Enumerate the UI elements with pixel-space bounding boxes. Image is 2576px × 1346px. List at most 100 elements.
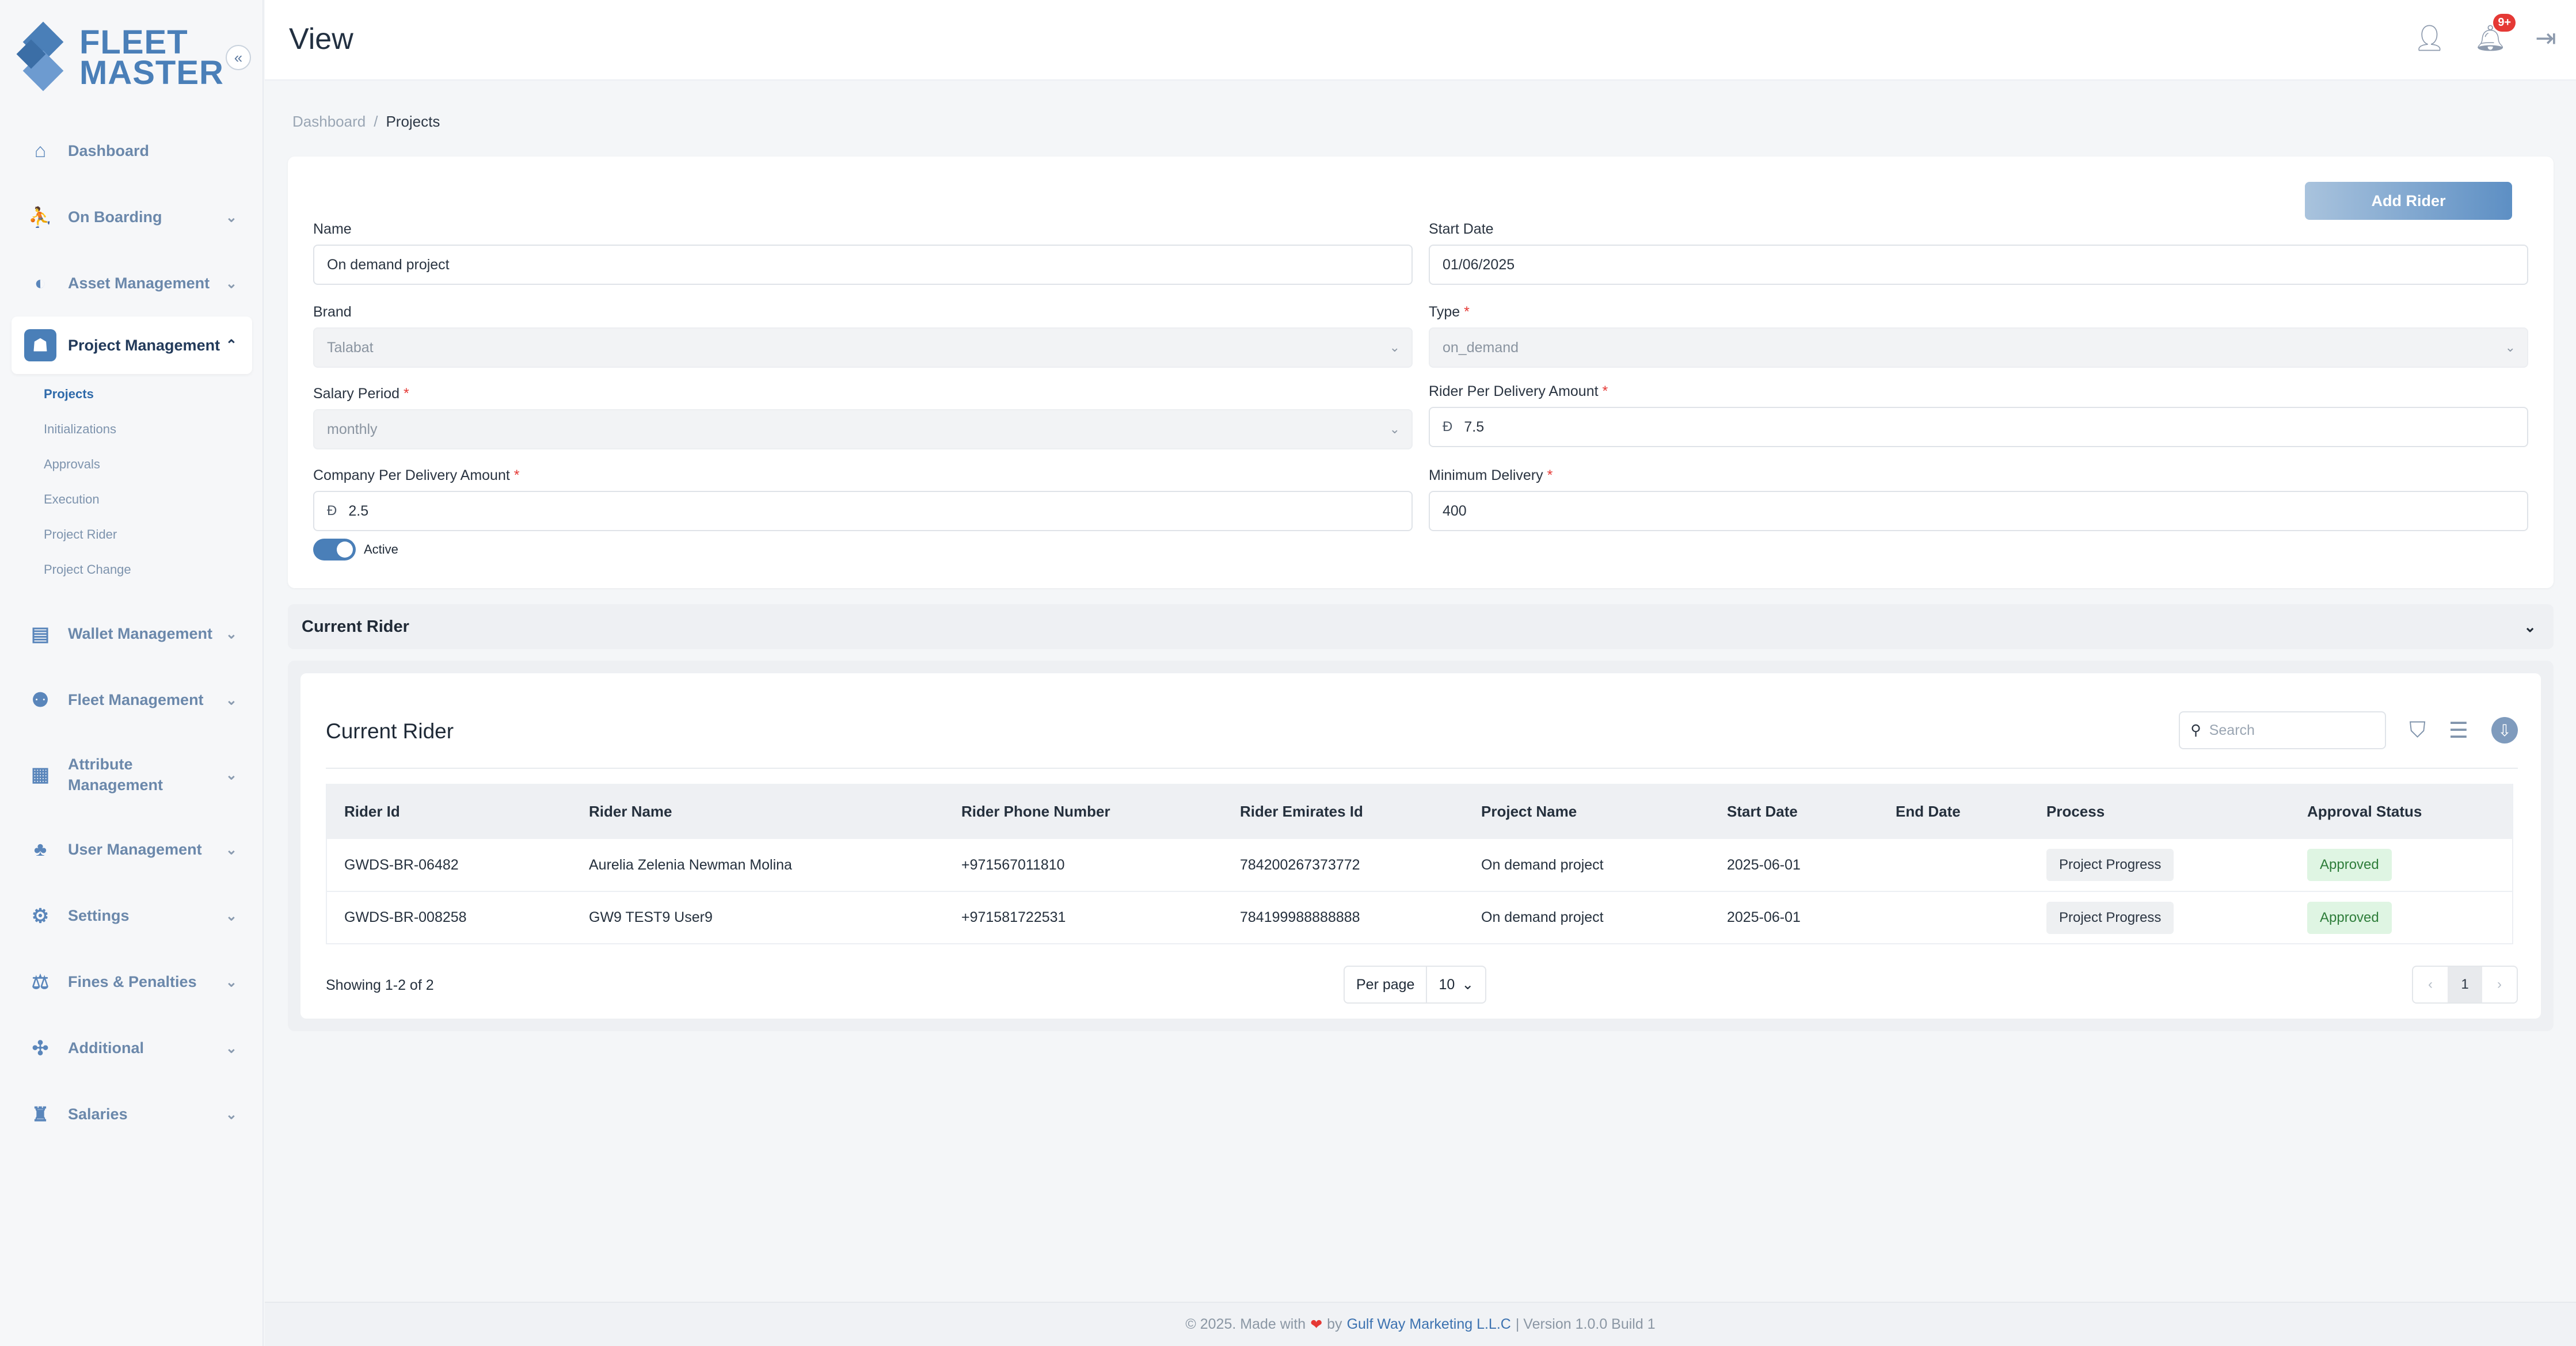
sidebar-subitem-project-change[interactable]: Project Change <box>0 552 264 587</box>
bell-icon[interactable]: 🔔︎ 9+ <box>2474 14 2516 53</box>
sidebar-subitem-approvals[interactable]: Approvals <box>0 447 264 482</box>
sidebar-item-on-boarding[interactable]: ⛹ On Boarding ⌄ <box>0 184 264 250</box>
company-per-delivery-field-group: Company Per Delivery Amount * Ð 2.5 <box>313 467 1413 531</box>
process-button[interactable]: Project Progress <box>2046 849 2174 881</box>
minimum-delivery-label-text: Minimum Delivery <box>1429 467 1543 483</box>
sidebar-subitem-projects[interactable]: Projects <box>0 376 264 411</box>
rider-per-delivery-input[interactable]: Ð 7.5 <box>1429 407 2528 447</box>
sidebar-item-fines-penalties[interactable]: ⚖ Fines & Penalties ⌄ <box>0 949 264 1015</box>
breadcrumb: Dashboard / Projects <box>292 113 440 131</box>
chevron-down-icon: ⌄ <box>225 908 237 924</box>
start-date-input[interactable]: 01/06/2025 <box>1429 245 2528 285</box>
heart-icon: ❤ <box>1310 1316 1323 1333</box>
name-input[interactable]: On demand project <box>313 245 1413 285</box>
currency-icon: Ð <box>327 503 337 518</box>
rider-per-delivery-value: 7.5 <box>1464 418 1485 435</box>
filter-icon[interactable]: ⛉ <box>2409 718 2426 743</box>
next-page-icon[interactable]: › <box>2482 967 2517 1002</box>
sidebar-item-settings[interactable]: ⚙ Settings ⌄ <box>0 883 264 949</box>
active-label: Active <box>364 542 398 556</box>
sidebar-item-label: Wallet Management <box>68 625 213 642</box>
salary-period-select-value: monthly <box>327 421 378 437</box>
table-header-row: Rider Id Rider Name Rider Phone Number R… <box>326 784 2513 839</box>
sidebar-item-salaries[interactable]: ♜ Salaries ⌄ <box>0 1081 264 1147</box>
process-button[interactable]: Project Progress <box>2046 901 2174 934</box>
top-bar: View 👤︎ 🔔︎ 9+ ⇥ <box>265 0 2576 81</box>
brand-select[interactable]: Talabat ⌄ <box>313 327 1413 368</box>
column-header[interactable]: Start Date <box>1710 784 1878 839</box>
table-footer: Showing 1-2 of 2 Per page 10 ⌄ ‹ 1 › <box>326 966 2518 1006</box>
breadcrumb-home[interactable]: Dashboard <box>292 113 366 130</box>
company-link[interactable]: Gulf Way Marketing L.L.C <box>1347 1316 1511 1333</box>
rider-phone-cell: +971567011810 <box>944 839 1223 892</box>
sidebar-item-asset-management[interactable]: ◐ Asset Management ⌄ <box>0 250 264 317</box>
minimum-delivery-input[interactable]: 400 <box>1429 491 2528 531</box>
chevron-down-icon: ⌄ <box>225 276 237 291</box>
brand-logo[interactable]: FLEET MASTER <box>16 21 224 92</box>
column-header[interactable]: Project Name <box>1464 784 1710 839</box>
process-cell: Project Progress <box>2029 839 2290 892</box>
rider-per-delivery-field-group: Rider Per Delivery Amount * Ð 7.5 <box>1429 383 2528 447</box>
sidebar-item-additional[interactable]: ✣ Additional ⌄ <box>0 1015 264 1081</box>
search-input[interactable]: ⚲ Search <box>2179 711 2387 749</box>
sidebar-item-user-management[interactable]: ♣ User Management ⌄ <box>0 817 264 883</box>
start-date-label: Start Date <box>1429 221 1494 237</box>
user-icon[interactable]: 👤︎ <box>2413 23 2445 53</box>
search-placeholder: Search <box>2209 722 2255 738</box>
previous-page-icon[interactable]: ‹ <box>2413 967 2448 1002</box>
footer-by: by <box>1327 1316 1342 1332</box>
sidebar-item-attribute-management[interactable]: ▦ Attribute Management ⌄ <box>0 733 264 817</box>
sidebar-item-fleet-management[interactable]: ⚉ Fleet Management ⌄ <box>0 667 264 733</box>
table-title: Current Rider <box>326 719 454 743</box>
column-header[interactable]: Rider Phone Number <box>944 784 1223 839</box>
type-select[interactable]: on_demand ⌄ <box>1429 327 2528 368</box>
showing-count: Showing 1-2 of 2 <box>326 977 434 993</box>
company-per-delivery-input[interactable]: Ð 2.5 <box>313 491 1413 531</box>
current-rider-panel: Current Rider ⚲ Search ⛉ ☰ ⇩ Rider Id Ri… <box>288 661 2554 1031</box>
fleet-icon: ⚉ <box>31 689 50 711</box>
columns-menu-icon[interactable]: ☰ <box>2449 718 2468 743</box>
column-header[interactable]: Rider Emirates Id <box>1223 784 1464 839</box>
current-rider-accordion[interactable]: Current Rider ⌄ <box>288 604 2554 649</box>
add-rider-button[interactable]: Add Rider <box>2305 182 2512 220</box>
page-button-current[interactable]: 1 <box>2448 967 2482 1002</box>
sidebar-item-label: Fleet Management <box>68 691 204 708</box>
users-icon: ♣ <box>33 838 47 860</box>
required-mark: * <box>1602 383 1608 399</box>
column-header[interactable]: End Date <box>1878 784 2029 839</box>
required-mark: * <box>1464 304 1470 320</box>
column-header[interactable]: Rider Name <box>572 784 944 839</box>
logout-icon[interactable]: ⇥ <box>2535 24 2556 53</box>
download-icon[interactable]: ⇩ <box>2491 717 2518 743</box>
sidebar-subitem-project-rider[interactable]: Project Rider <box>0 517 264 552</box>
table-row[interactable]: GWDS-BR-008258 GW9 TEST9 User9 +97158172… <box>326 891 2513 944</box>
minimum-delivery-label: Minimum Delivery * <box>1429 467 2528 484</box>
table-row[interactable]: GWDS-BR-06482 Aurelia Zelenia Newman Mol… <box>326 839 2513 892</box>
column-header[interactable]: Process <box>2029 784 2290 839</box>
sidebar-item-project-management[interactable]: ☗ Project Management ⌃ <box>12 317 252 374</box>
type-label-text: Type <box>1429 304 1460 320</box>
salary-period-select[interactable]: monthly ⌄ <box>313 409 1413 449</box>
project-name-cell: On demand project <box>1464 891 1710 944</box>
active-toggle[interactable] <box>313 539 356 560</box>
per-page-select[interactable]: Per page 10 ⌄ <box>1344 966 1487 1004</box>
chevron-down-icon: ⌄ <box>2524 617 2536 635</box>
chevron-down-icon: ⌄ <box>225 767 237 783</box>
project-form-card: Add Rider Name On demand project Start D… <box>288 157 2554 588</box>
salary-period-field-group: Salary Period * monthly ⌄ <box>313 386 1413 449</box>
column-header[interactable]: Approval Status <box>2290 784 2513 839</box>
sidebar-item-wallet-management[interactable]: ▤ Wallet Management ⌄ <box>0 601 264 667</box>
current-rider-card: Current Rider ⚲ Search ⛉ ☰ ⇩ Rider Id Ri… <box>300 673 2541 1019</box>
company-per-delivery-value: 2.5 <box>348 502 369 519</box>
footer-version: | Version 1.0.0 Build 1 <box>1515 1316 1656 1332</box>
active-toggle-row: Active <box>313 539 398 560</box>
top-bar-actions: 👤︎ 🔔︎ 9+ ⇥ <box>2413 14 2556 53</box>
project-icon: ☗ <box>24 329 56 361</box>
collapse-sidebar-button[interactable]: « <box>226 45 251 70</box>
sidebar-subitem-initializations[interactable]: Initializations <box>0 411 264 447</box>
type-select-value: on_demand <box>1443 339 1519 356</box>
required-mark: * <box>1547 467 1553 483</box>
sidebar-subitem-execution[interactable]: Execution <box>0 482 264 517</box>
column-header[interactable]: Rider Id <box>326 784 572 839</box>
sidebar-item-dashboard[interactable]: ⌂ Dashboard <box>0 118 264 184</box>
